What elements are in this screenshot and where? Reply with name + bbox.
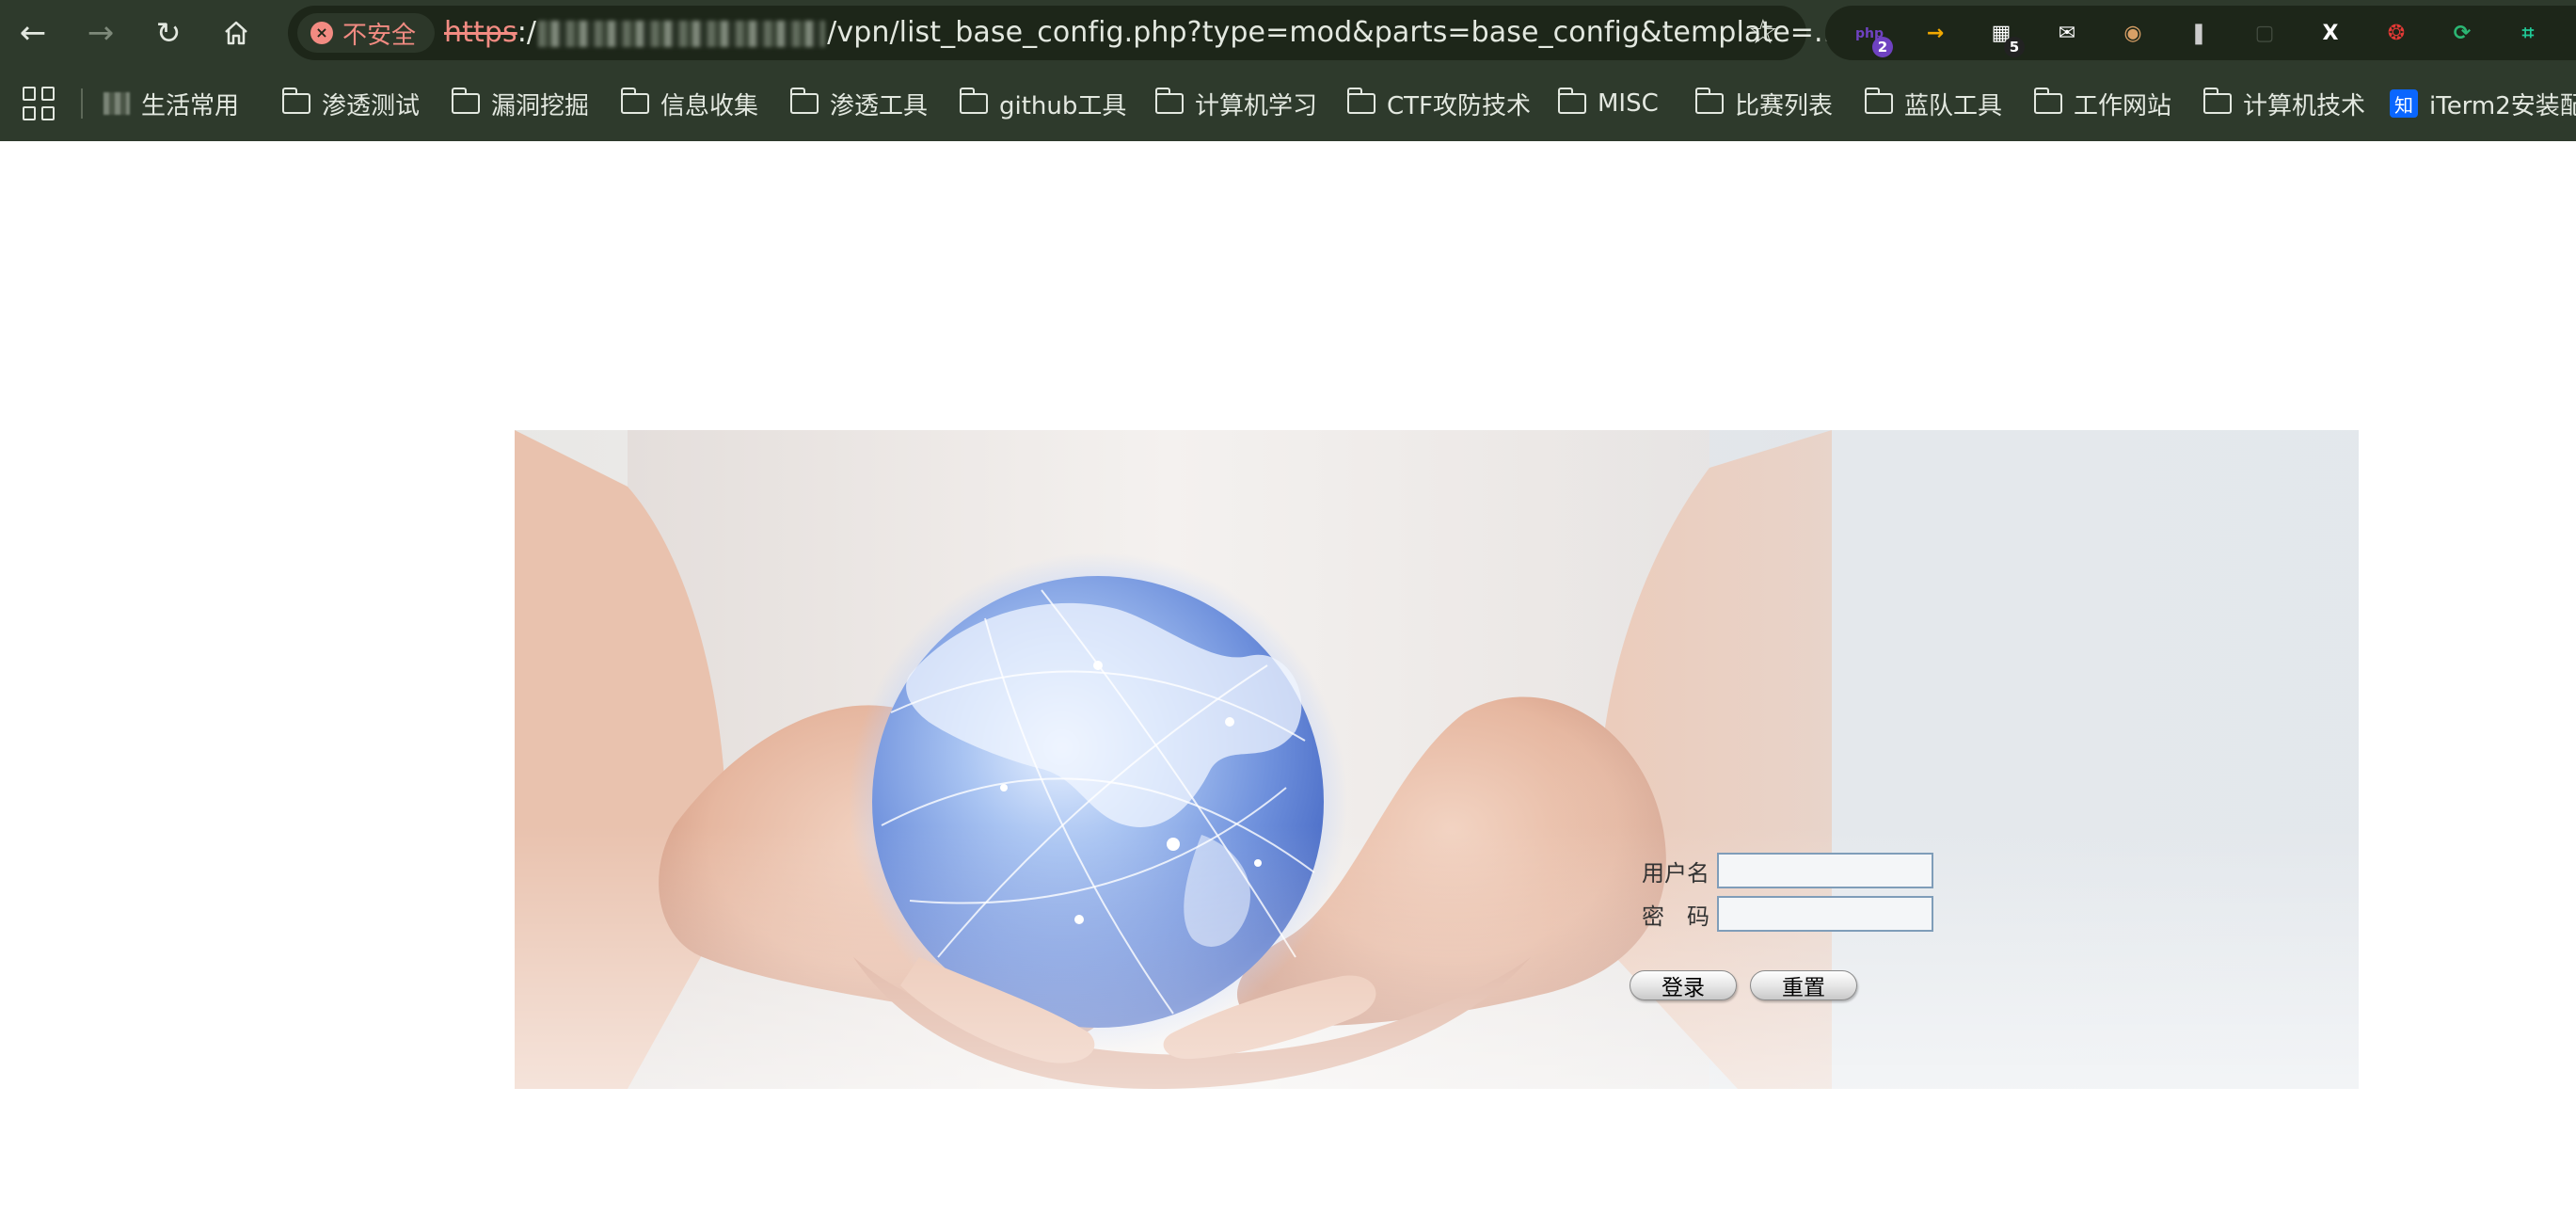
bookmark-item[interactable]: 蓝队工具 [1864,83,2003,124]
bookmark-label: CTF攻防技术 [1387,91,1531,120]
folder-icon [789,88,819,114]
bookmark-item[interactable]: 工作网站 [2033,83,2172,124]
bookmark-star-icon[interactable]: ☆ [1748,13,1778,53]
bookmark-item[interactable]: MISC [1557,83,1659,124]
reset-button[interactable]: 重置 [1750,970,1857,1000]
apps-grid-icon[interactable] [23,87,56,120]
bookmark-item[interactable]: 生活常用 [103,83,239,124]
login-button[interactable]: 登录 [1630,970,1737,1000]
mouse-extension-icon[interactable]: ❚ [2183,18,2215,50]
bookmark-item[interactable]: 漏洞挖掘 [451,83,590,124]
username-input[interactable] [1717,853,1933,888]
reload-icon: ↻ [155,15,182,51]
capture-extension-icon[interactable]: ⌗ [2512,18,2544,50]
bookmark-label: 比赛列表 [1735,91,1834,120]
folder-icon [451,88,480,114]
bookmark-item[interactable]: CTF攻防技术 [1346,83,1531,124]
password-input[interactable] [1717,896,1933,932]
bookmark-label: github工具 [999,91,1127,120]
url-scheme: https [444,16,517,49]
bookmarks-divider [81,88,83,119]
arrow-extension-icon[interactable]: → [1919,18,1951,50]
sync-extension-icon[interactable]: ⟳ [2446,18,2478,50]
not-secure-icon: × [310,22,333,44]
url-path: /vpn/list_base_config.php?type=mod&parts… [827,16,1841,49]
bookmark-label: iTerm2安装配 [2429,91,2576,120]
home-icon [225,21,247,45]
bookmark-label: 计算机技术 [2243,91,2366,120]
zhihu-icon: 知 [2390,89,2418,118]
home-button[interactable] [213,9,260,56]
extension-badge: 2 [1872,37,1893,57]
folder-icon [959,88,988,114]
bookmark-label: 计算机学习 [1195,91,1318,120]
frame-extension-icon[interactable]: ▢ [2249,18,2281,50]
folder-icon [1864,88,1893,114]
browser-toolbar: ← → ↻ × 不安全 https://vpn/list_base_config… [0,0,2576,66]
extension-badge: 5 [2004,37,2025,57]
bookmark-item[interactable]: 渗透测试 [281,83,421,124]
redacted-host [538,20,826,47]
bookmark-item[interactable]: 计算机技术 [2202,83,2366,124]
folder-icon [1694,88,1724,114]
folder-icon [2033,88,2062,114]
wechat-extension-icon[interactable]: ✉ [2051,18,2083,50]
folder-icon [1346,88,1375,114]
forward-button[interactable]: → [77,9,124,56]
bookmark-item[interactable]: 知 iTerm2安装配 [2390,83,2576,124]
back-button[interactable]: ← [9,9,56,56]
password-label: 密 码 [1642,903,1709,930]
bookmark-label: 蓝队工具 [1904,91,2003,120]
url-text[interactable]: https://vpn/list_base_config.php?type=mo… [444,16,1841,50]
banner-fade-overlay [515,430,2359,1089]
red-extension-icon[interactable]: ❂ [2380,18,2412,50]
bookmark-label: 渗透测试 [322,91,421,120]
browser-chrome: ← → ↻ × 不安全 https://vpn/list_base_config… [0,0,2576,141]
bookmark-item[interactable]: 信息收集 [620,83,759,124]
page-favicon-icon [103,92,130,115]
username-label: 用户名 [1642,859,1709,887]
bookmark-item[interactable]: 计算机学习 [1154,83,1318,124]
bookmark-label: 渗透工具 [830,91,929,120]
owl-extension-icon[interactable]: ◉ [2117,18,2149,50]
arrow-left-icon: ← [19,14,47,52]
bookmark-item[interactable]: 比赛列表 [1694,83,1834,124]
username-row: 用户名 [1618,852,1933,889]
bookmark-item[interactable]: github工具 [959,83,1127,124]
bookmark-label: 工作网站 [2074,91,2172,120]
bookmark-label: 信息收集 [660,91,759,120]
folder-icon [1557,88,1586,114]
qr-extension-icon[interactable]: ▦ 5 [1985,18,2025,57]
page-content: 用户名 密 码 登录 重置 [0,141,2576,1231]
address-bar[interactable]: × 不安全 https://vpn/list_base_config.php?t… [288,6,1841,60]
folder-icon [620,88,649,114]
bookmark-item[interactable]: 渗透工具 [789,83,929,124]
php-extension-icon[interactable]: php 2 [1853,18,1893,57]
arrow-right-icon: → [87,14,115,52]
folder-icon [281,88,310,114]
folder-icon [2202,88,2232,114]
bookmark-label: MISC [1598,89,1659,118]
bookmarks-bar: 生活常用 渗透测试 漏洞挖掘 信息收集 渗透工具 github工具 计算机学习 CTF攻防技术… [0,75,2576,132]
security-chip[interactable]: × 不安全 [297,13,436,53]
bookmark-label: 生活常用 [141,91,240,120]
extensions-bar: php 2 → ▦ 5 ✉ ◉ ❚ ▢ X ❂ ⟳ ⌗ [1825,6,2576,60]
folder-icon [1154,88,1184,114]
bookmark-label: 漏洞挖掘 [491,91,590,120]
x-extension-icon[interactable]: X [2314,18,2346,50]
security-label: 不安全 [342,21,417,50]
reload-button[interactable]: ↻ [145,9,192,56]
password-row: 密 码 [1618,895,1933,933]
login-banner-image [515,430,2359,1089]
